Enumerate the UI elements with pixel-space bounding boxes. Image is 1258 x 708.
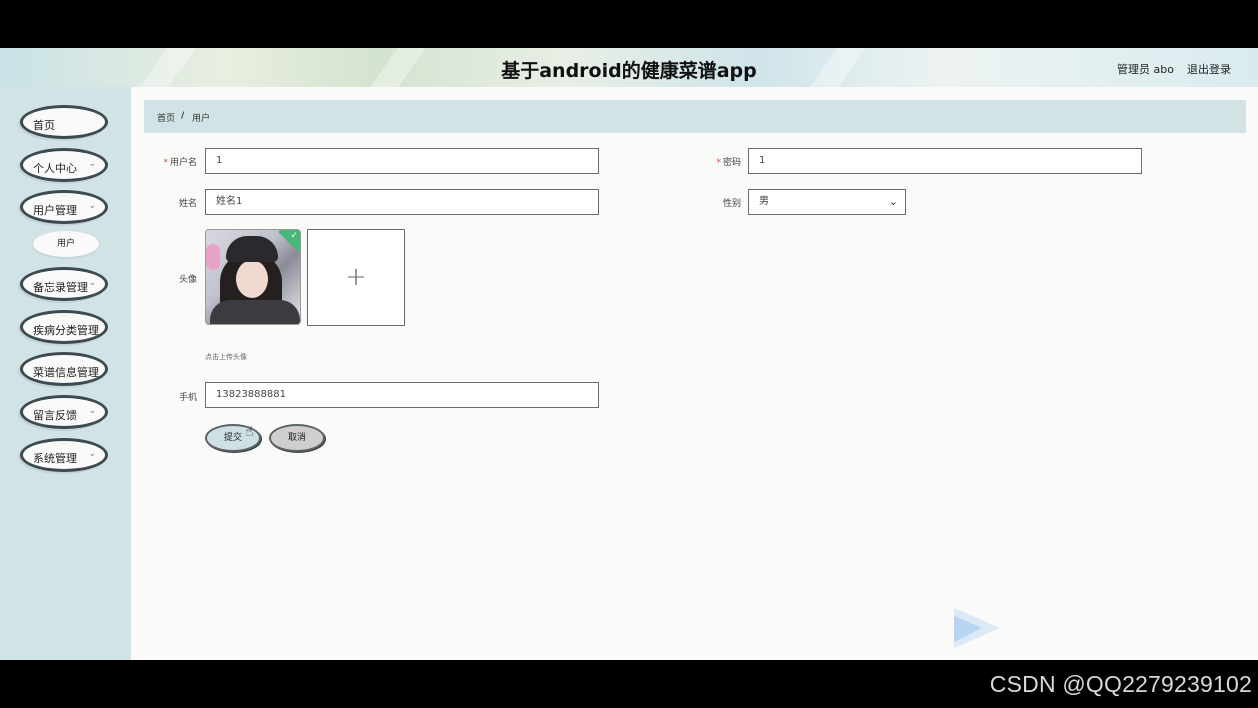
- password-label: * 密码: [681, 155, 741, 168]
- top-letterbox: [0, 0, 1258, 48]
- sidebar-item-label: 用户管理: [33, 204, 77, 217]
- gender-select[interactable]: 男 ⌄: [748, 189, 906, 215]
- breadcrumb-separator: /: [181, 111, 185, 121]
- username-field[interactable]: 1: [205, 148, 599, 174]
- app-title: 基于android的健康菜谱app: [501, 60, 757, 82]
- chevron-down-icon: ⌄: [88, 278, 96, 288]
- avatar-photo-part: [226, 236, 278, 262]
- sidebar-item-label: 菜谱信息管理: [33, 366, 99, 379]
- sidebar-item-recipe-info[interactable]: 菜谱信息管理: [20, 352, 108, 386]
- sidebar-item-feedback[interactable]: 留言反馈 ⌄: [20, 395, 108, 429]
- gender-label: 性别: [722, 199, 741, 209]
- avatar-photo-part: [206, 244, 220, 270]
- name-field[interactable]: 姓名1: [205, 189, 599, 215]
- password-label-text: 密码: [722, 158, 741, 168]
- name-label: 姓名: [178, 199, 197, 209]
- check-icon: ✓: [290, 231, 298, 241]
- required-mark: *: [163, 158, 168, 168]
- breadcrumb-home[interactable]: 首页: [157, 111, 175, 124]
- chevron-down-icon: ⌄: [88, 406, 96, 416]
- sidebar-item-label: 首页: [33, 119, 55, 132]
- admin-label: 管理员 abo: [1117, 63, 1174, 76]
- sidebar-item-memo-management[interactable]: 备忘录管理 ⌄: [20, 267, 108, 301]
- avatar-photo-part: [210, 300, 300, 324]
- sidebar-item-label: 个人中心: [33, 162, 77, 175]
- phone-field[interactable]: 13823888881: [205, 382, 599, 408]
- cancel-button[interactable]: 取消: [269, 424, 325, 452]
- chevron-down-icon: ⌄: [888, 195, 898, 208]
- breadcrumb: 首页 / 用户: [144, 100, 1246, 133]
- breadcrumb-current: 用户: [192, 114, 211, 124]
- chevron-down-icon: ⌄: [88, 159, 96, 169]
- avatar-upload-button[interactable]: +: [307, 229, 405, 326]
- sidebar-item-user-management[interactable]: 用户管理 ⌄: [20, 190, 108, 224]
- sidebar-item-label: 疾病分类管理: [33, 324, 99, 337]
- video-player-logo-icon: [954, 608, 1000, 648]
- username-label: * 用户名: [137, 155, 197, 168]
- chevron-down-icon: ⌄: [88, 201, 96, 211]
- sidebar-item-system-management[interactable]: 系统管理 ⌄: [20, 438, 108, 472]
- logout-link[interactable]: 退出登录: [1187, 61, 1231, 77]
- sidebar-subitem-user[interactable]: 用户: [33, 231, 99, 257]
- username-label-text: 用户名: [169, 158, 197, 168]
- avatar-label: 头像: [178, 275, 197, 285]
- chevron-down-icon: ⌄: [88, 449, 96, 459]
- avatar-image[interactable]: ✓: [205, 229, 301, 325]
- sidebar-item-home[interactable]: 首页: [20, 105, 108, 139]
- app-header: 基于android的健康菜谱app 管理员 abo 退出登录: [0, 48, 1258, 87]
- password-field[interactable]: 1: [748, 148, 1142, 174]
- sidebar-item-personal-center[interactable]: 个人中心 ⌄: [20, 148, 108, 182]
- sidebar-item-disease-category[interactable]: 疾病分类管理: [20, 310, 108, 344]
- phone-label: 手机: [178, 393, 197, 403]
- avatar-photo-part: [236, 260, 268, 298]
- plus-icon: +: [345, 262, 367, 292]
- avatar-upload-hint: 点击上传头像: [205, 353, 247, 361]
- mouse-cursor-icon: ☝: [245, 424, 254, 440]
- sidebar-item-label: 系统管理: [33, 452, 77, 465]
- csdn-watermark: CSDN @QQ2279239102: [989, 671, 1252, 697]
- required-mark: *: [716, 158, 721, 168]
- sidebar-item-label: 备忘录管理: [33, 281, 88, 294]
- sidebar-item-label: 留言反馈: [33, 409, 77, 422]
- gender-select-value: 男: [759, 196, 769, 207]
